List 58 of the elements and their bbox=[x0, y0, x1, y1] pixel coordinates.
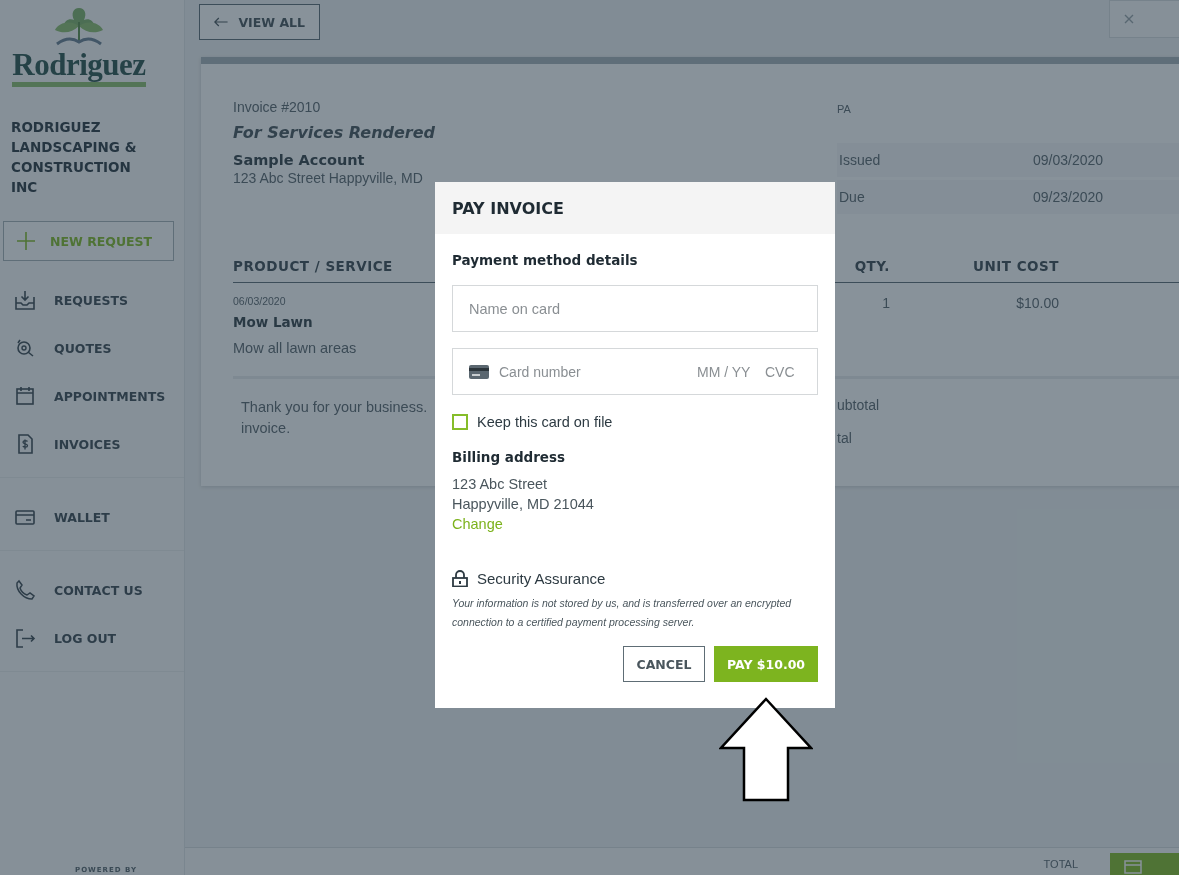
checkbox-label: Keep this card on file bbox=[477, 414, 613, 430]
name-on-card-field[interactable]: Name on card bbox=[452, 285, 818, 332]
keep-card-checkbox[interactable] bbox=[452, 414, 468, 430]
view-all-button[interactable]: VIEW ALL bbox=[199, 4, 320, 40]
thank-you-note: invoice. bbox=[241, 419, 291, 438]
account-name: Sample Account bbox=[233, 152, 366, 168]
section-heading: Billing address bbox=[452, 449, 567, 465]
billing-address-line: Happyville, MD 21044 bbox=[452, 495, 595, 514]
card-icon bbox=[1124, 859, 1142, 874]
date-value: 09/23/2020 bbox=[1033, 189, 1105, 205]
sidebar-item[interactable]: INVOICES bbox=[0, 420, 184, 468]
magnifier-icon bbox=[14, 337, 36, 359]
calendar-icon bbox=[14, 385, 36, 407]
security-title: Security Assurance bbox=[477, 570, 606, 587]
card-details-field[interactable]: Card number MM / YY CVC bbox=[452, 348, 818, 395]
sidebar-item[interactable]: CONTACT US bbox=[0, 566, 184, 614]
sidebar-item[interactable]: APPOINTMENTS bbox=[0, 372, 184, 420]
logout-icon bbox=[14, 627, 36, 649]
security-note: Your information is not stored by us, and is transferred over an encrypted connection to a certified payment processing server. bbox=[452, 596, 793, 630]
thank-you-note: Thank you for your business. bbox=[241, 398, 428, 417]
back-arrow-icon bbox=[214, 16, 229, 28]
lock-icon bbox=[452, 570, 468, 587]
card-number-input[interactable]: Card number bbox=[497, 362, 687, 381]
invoice-number: Invoice #2010 bbox=[233, 99, 322, 115]
summary-label: ubtotal bbox=[837, 397, 881, 413]
sidebar-item[interactable]: QUOTES bbox=[0, 324, 184, 372]
item-date: 06/03/2020 bbox=[233, 295, 287, 307]
date-label: Issued bbox=[839, 152, 882, 168]
close-icon bbox=[1124, 14, 1134, 24]
account-address: 123 Abc Street Happyville, MD bbox=[233, 170, 424, 186]
column-header: UNIT COST bbox=[890, 258, 1059, 283]
invoice-subject: For Services Rendered bbox=[233, 123, 436, 142]
dialog-title: PAY INVOICE bbox=[452, 198, 564, 218]
sidebar-item[interactable]: WALLET bbox=[0, 493, 184, 541]
total-label: TOTAL bbox=[1043, 858, 1078, 870]
date-label: Due bbox=[839, 189, 866, 205]
change-link[interactable]: Change bbox=[452, 514, 503, 534]
company-name: RODRIGUEZ LANDSCAPING & CONSTRUCTION INC bbox=[11, 118, 138, 197]
phone-icon bbox=[14, 579, 36, 601]
expiry-input[interactable]: MM / YY bbox=[695, 362, 755, 381]
inbox-icon bbox=[14, 289, 36, 311]
item-name: Mow Lawn bbox=[233, 314, 314, 330]
sidebar-item[interactable]: REQUESTS bbox=[0, 276, 184, 324]
cancel-button[interactable]: CANCEL bbox=[623, 646, 705, 682]
table-cell: $10.00 bbox=[1016, 295, 1059, 311]
summary-label: tal bbox=[837, 430, 853, 446]
billing-address-line: 123 Abc Street bbox=[452, 475, 549, 494]
credit-card-icon bbox=[469, 364, 489, 379]
item-description: Mow all lawn areas bbox=[233, 340, 358, 356]
sidebar-item[interactable]: LOG OUT bbox=[0, 614, 184, 662]
plus-icon bbox=[16, 231, 36, 251]
status-label: PA bbox=[837, 103, 852, 115]
table-cell: 1 bbox=[882, 295, 890, 311]
cvc-input[interactable]: CVC bbox=[763, 362, 801, 381]
pay-button[interactable]: PAY $10.00 bbox=[714, 646, 818, 682]
date-value: 09/03/2020 bbox=[1033, 152, 1105, 168]
logo-text: Rodriguez bbox=[12, 50, 146, 80]
new-request-button[interactable]: NEW REQUEST bbox=[3, 221, 174, 261]
